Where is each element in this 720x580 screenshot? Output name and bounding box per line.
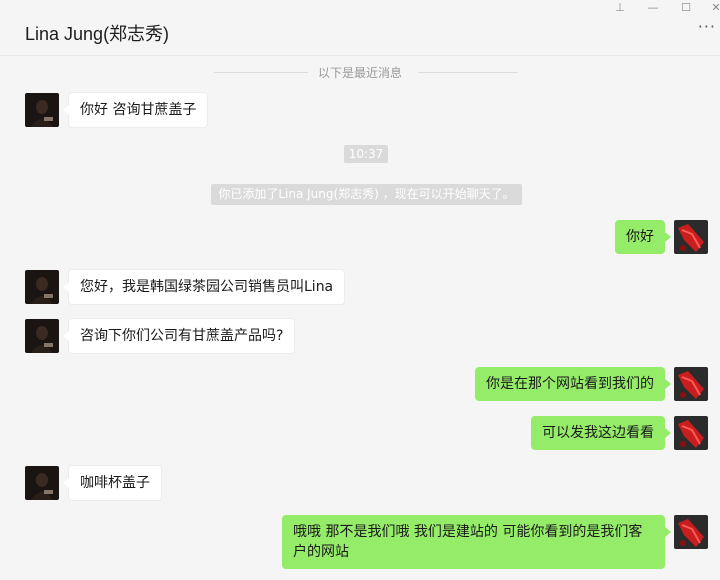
message-in: 咨询下你们公司有甘蔗盖产品吗? [62, 318, 296, 354]
recent-messages-divider: 以下是最近消息 [0, 64, 720, 80]
message-out: 哦哦 那不是我们哦 我们是建站的 可能你看到的是我们客户的网站 [282, 515, 671, 569]
message-in: 你好 咨询甘蔗盖子 [62, 92, 209, 128]
message-out: 你好 [615, 220, 671, 254]
system-notice: 你已添加了Lina Jung(郑志秀) ，现在可以开始聊天了。 [211, 184, 522, 205]
title-bar: Lina Jung(郑志秀) ⊥ — ☐ ✕ ··· [0, 0, 720, 56]
contact-avatar[interactable] [25, 319, 59, 353]
message-out: 你是在那个网站看到我们的 [475, 367, 671, 401]
message-out: 可以发我这边看看 [531, 416, 671, 450]
minimize-button[interactable]: — [645, 1, 661, 15]
self-avatar[interactable] [674, 515, 708, 549]
timestamp: 10:37 [344, 145, 388, 163]
self-avatar[interactable] [674, 367, 708, 401]
self-avatar[interactable] [674, 220, 708, 254]
message-in: 咖啡杯盖子 [63, 465, 162, 501]
self-avatar[interactable] [674, 416, 708, 450]
close-button[interactable]: ✕ [708, 1, 720, 15]
pin-icon[interactable]: ⊥ [612, 1, 628, 15]
contact-avatar[interactable] [25, 270, 59, 304]
contact-avatar[interactable] [25, 466, 59, 500]
divider-label: 以下是最近消息 [307, 66, 412, 80]
chat-title: Lina Jung(郑志秀) [25, 24, 170, 44]
more-options-button[interactable]: ··· [698, 19, 716, 35]
contact-avatar[interactable] [25, 93, 59, 127]
maximize-button[interactable]: ☐ [678, 1, 694, 15]
message-in: 您好，我是韩国绿茶园公司销售员叫Lina [62, 269, 346, 305]
